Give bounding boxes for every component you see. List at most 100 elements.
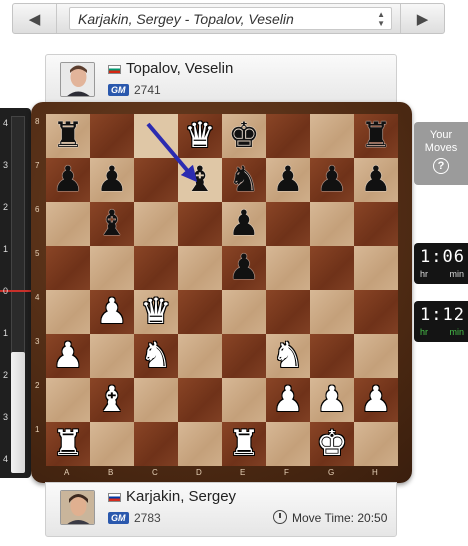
black-rook-icon[interactable]: ♜ [52,118,83,154]
black-pawn-icon[interactable]: ♟ [316,162,347,198]
top-player-name[interactable]: Topalov, Veselin [126,60,233,77]
square-g4[interactable] [310,290,354,334]
white-knight-icon[interactable]: ♞ [140,338,171,374]
black-rook-icon[interactable]: ♜ [360,118,391,154]
square-f3[interactable]: ♞ [266,334,310,378]
square-d4[interactable] [178,290,222,334]
square-f6[interactable] [266,202,310,246]
white-queen-icon[interactable]: ♛ [140,294,171,330]
square-h7[interactable]: ♟ [354,158,398,202]
black-pawn-icon[interactable]: ♟ [228,206,259,242]
square-c4[interactable]: ♛ [134,290,178,334]
square-c2[interactable] [134,378,178,422]
square-a1[interactable]: ♜ 1 A [35,422,90,477]
white-pawn-icon[interactable]: ♟ [96,294,127,330]
square-b5[interactable] [90,246,134,290]
bottom-player-name[interactable]: Karjakin, Sergey [126,488,236,505]
square-d7[interactable]: ♝ [178,158,222,202]
square-g5[interactable] [310,246,354,290]
square-d6[interactable] [178,202,222,246]
square-c3[interactable]: ♞ [134,334,178,378]
square-d8[interactable]: ♛ [178,114,222,158]
square-a4[interactable]: 4 [35,290,90,334]
square-g8[interactable] [310,114,354,158]
your-moves-label: Your Moves [424,129,458,154]
square-b7[interactable]: ♟ [90,158,134,202]
square-g2[interactable]: ♟ [310,378,354,422]
square-e4[interactable] [222,290,266,334]
square-e8[interactable]: ♚ [222,114,266,158]
square-g6[interactable] [310,202,354,246]
square-b6[interactable]: ♝ [90,202,134,246]
square-f1[interactable]: F [266,422,310,477]
square-h2[interactable]: ♟ [354,378,398,422]
square-b3[interactable] [90,334,134,378]
square-f2[interactable]: ♟ [266,378,310,422]
square-b2[interactable]: ♝ [90,378,134,422]
square-a5[interactable]: 5 [35,246,90,290]
file-label: C [152,468,158,477]
square-a6[interactable]: 6 [35,202,90,246]
chess-board[interactable]: ♜ 8 ♛ ♚ ♜ ♟ 7 ♟ ♝ ♞ ♟ ♟ ♟ 6 ♝ ♟ 5 ♟ 4 ♟ ♛ ♟ 3 ♞ ♞ 2 ♝ ♟ ♟ ♟ ♜ 1 A B C D ♜ E F ♚… [35,114,398,477]
black-pawn-icon[interactable]: ♟ [228,250,259,286]
square-a3[interactable]: ♟ 3 [35,334,90,378]
square-d1[interactable]: D [178,422,222,477]
square-d2[interactable] [178,378,222,422]
previous-game-button[interactable]: ◀ [13,4,57,33]
your-moves-button[interactable]: Your Moves ? [414,122,468,185]
square-h6[interactable] [354,202,398,246]
black-bishop-icon[interactable]: ♝ [96,206,127,242]
square-d3[interactable] [178,334,222,378]
white-pawn-icon[interactable]: ♟ [316,382,347,418]
white-knight-icon[interactable]: ♞ [272,338,303,374]
square-c1[interactable]: C [134,422,178,477]
square-e5[interactable]: ♟ [222,246,266,290]
square-h4[interactable] [354,290,398,334]
square-b1[interactable]: B [90,422,134,477]
square-a7[interactable]: ♟ 7 [35,158,90,202]
square-e7[interactable]: ♞ [222,158,266,202]
white-rook-icon[interactable]: ♜ [228,426,259,462]
square-e2[interactable] [222,378,266,422]
black-pawn-icon[interactable]: ♟ [52,162,83,198]
square-f8[interactable] [266,114,310,158]
black-king-icon[interactable]: ♚ [228,118,259,154]
square-f7[interactable]: ♟ [266,158,310,202]
file-label: D [196,468,202,477]
square-g1[interactable]: ♚ G [310,422,354,477]
square-e1[interactable]: ♜ E [222,422,266,477]
black-knight-icon[interactable]: ♞ [228,162,259,198]
black-pawn-icon[interactable]: ♟ [96,162,127,198]
square-h8[interactable]: ♜ [354,114,398,158]
square-e6[interactable]: ♟ [222,202,266,246]
white-rook-icon[interactable]: ♜ [52,426,83,462]
square-c8[interactable] [134,114,178,158]
square-a2[interactable]: 2 [35,378,90,422]
square-a8[interactable]: ♜ 8 [35,114,90,158]
square-g7[interactable]: ♟ [310,158,354,202]
white-pawn-icon[interactable]: ♟ [360,382,391,418]
square-d5[interactable] [178,246,222,290]
square-f5[interactable] [266,246,310,290]
white-pawn-icon[interactable]: ♟ [52,338,83,374]
game-select-dropdown[interactable]: Karjakin, Sergey - Topalov, Veselin ▲ ▼ [69,7,392,30]
white-king-icon[interactable]: ♚ [316,426,347,462]
white-pawn-icon[interactable]: ♟ [272,382,303,418]
white-bishop-icon[interactable]: ♝ [96,382,127,418]
square-c7[interactable] [134,158,178,202]
white-queen-icon[interactable]: ♛ [184,118,215,154]
square-b8[interactable] [90,114,134,158]
square-h3[interactable] [354,334,398,378]
square-g3[interactable] [310,334,354,378]
square-h1[interactable]: H [354,422,398,477]
square-c6[interactable] [134,202,178,246]
square-h5[interactable] [354,246,398,290]
black-pawn-icon[interactable]: ♟ [272,162,303,198]
square-b4[interactable]: ♟ [90,290,134,334]
square-e3[interactable] [222,334,266,378]
square-f4[interactable] [266,290,310,334]
square-c5[interactable] [134,246,178,290]
next-game-button[interactable]: ▶ [400,4,444,33]
black-pawn-icon[interactable]: ♟ [360,162,391,198]
black-bishop-icon[interactable]: ♝ [184,162,215,198]
